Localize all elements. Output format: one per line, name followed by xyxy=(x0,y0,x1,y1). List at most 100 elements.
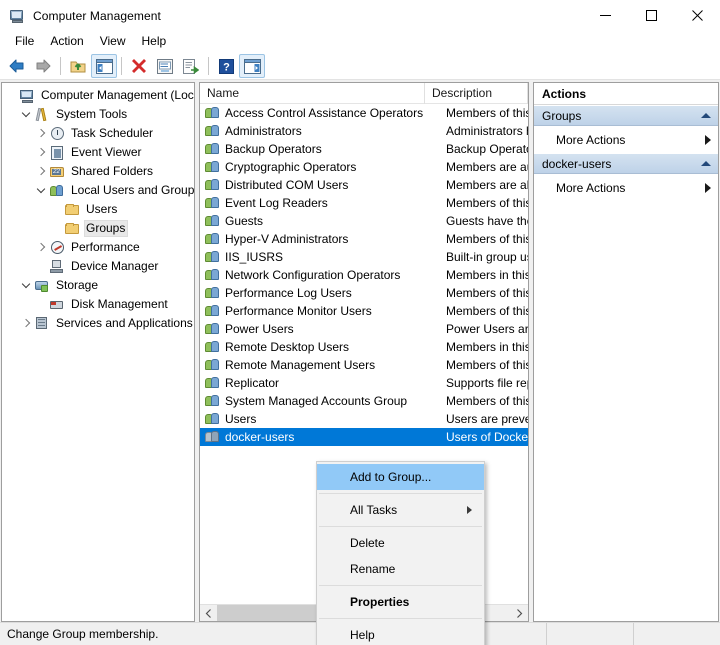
disk-management-icon xyxy=(49,297,66,313)
table-row[interactable]: Remote Management UsersMembers of this g xyxy=(200,356,528,374)
menu-file[interactable]: File xyxy=(7,32,42,52)
title-bar: Computer Management xyxy=(0,0,720,31)
context-menu-item-rename[interactable]: Rename xyxy=(317,556,484,582)
chevron-right-icon[interactable] xyxy=(34,129,49,138)
context-menu-item-properties[interactable]: Properties xyxy=(317,589,484,615)
table-row[interactable]: Remote Desktop UsersMembers in this g xyxy=(200,338,528,356)
menu-view[interactable]: View xyxy=(92,32,134,52)
chevron-down-icon[interactable] xyxy=(19,281,34,290)
help-icon[interactable]: ? xyxy=(213,54,239,78)
forward-icon[interactable] xyxy=(30,54,56,78)
group-icon xyxy=(205,105,222,121)
table-row[interactable]: Backup OperatorsBackup Operators xyxy=(200,140,528,158)
context-menu-item-help[interactable]: Help xyxy=(317,622,484,645)
group-name-cell: Network Configuration Operators xyxy=(225,268,444,282)
actions-section-label: docker-users xyxy=(542,157,611,171)
delete-icon[interactable] xyxy=(126,54,152,78)
group-description-cell: Members in this g xyxy=(444,340,528,354)
chevron-right-icon[interactable] xyxy=(34,243,49,252)
tree-item-disk-management[interactable]: Disk Management xyxy=(2,295,194,314)
context-menu-item-add-to-group[interactable]: Add to Group... xyxy=(317,464,484,490)
table-row[interactable]: Network Configuration OperatorsMembers i… xyxy=(200,266,528,284)
close-button[interactable] xyxy=(674,0,720,31)
table-row[interactable]: Distributed COM UsersMembers are allov xyxy=(200,176,528,194)
maximize-button[interactable] xyxy=(628,0,674,31)
tree-item-label: Users xyxy=(84,201,120,218)
tree-item-system-tools[interactable]: System Tools xyxy=(2,105,194,124)
chevron-right-icon[interactable] xyxy=(705,183,711,193)
table-row[interactable]: IIS_IUSRSBuilt-in group use xyxy=(200,248,528,266)
table-row[interactable]: Power UsersPower Users are in xyxy=(200,320,528,338)
group-name-cell: Users xyxy=(225,412,444,426)
actions-item-label: More Actions xyxy=(556,181,625,195)
table-row[interactable]: AdministratorsAdministrators ha xyxy=(200,122,528,140)
table-row[interactable]: System Managed Accounts GroupMembers of … xyxy=(200,392,528,410)
minimize-button[interactable] xyxy=(582,0,628,31)
chevron-right-icon[interactable] xyxy=(19,319,34,328)
status-bar-panel-2 xyxy=(634,623,720,645)
group-icon xyxy=(205,321,222,337)
chevron-right-icon[interactable] xyxy=(34,148,49,157)
menu-action[interactable]: Action xyxy=(42,32,91,52)
context-menu-item-delete[interactable]: Delete xyxy=(317,530,484,556)
actions-item-more-actions[interactable]: More Actions xyxy=(534,126,718,153)
export-list-icon[interactable] xyxy=(178,54,204,78)
tree-item-device-manager[interactable]: Device Manager xyxy=(2,257,194,276)
computer-management-window: Computer Management File Action View Hel… xyxy=(0,0,720,645)
table-row[interactable]: docker-usersUsers of Docker D xyxy=(200,428,528,446)
table-row[interactable]: Cryptographic OperatorsMembers are auth xyxy=(200,158,528,176)
group-icon xyxy=(205,303,222,319)
scroll-right-icon[interactable] xyxy=(511,605,528,622)
column-header-description[interactable]: Description xyxy=(425,83,528,104)
context-menu-item-all-tasks[interactable]: All Tasks xyxy=(317,497,484,523)
tree-item-services-and-applications[interactable]: Services and Applications xyxy=(2,314,194,333)
tree-item-shared-folders[interactable]: 22Shared Folders xyxy=(2,162,194,181)
group-description-cell: Members of this g xyxy=(444,196,528,210)
group-description-cell: Members are auth xyxy=(444,160,528,174)
table-row[interactable]: GuestsGuests have the sa xyxy=(200,212,528,230)
table-row[interactable]: Access Control Assistance OperatorsMembe… xyxy=(200,104,528,122)
group-name-cell: Remote Desktop Users xyxy=(225,340,444,354)
back-icon[interactable] xyxy=(4,54,30,78)
table-row[interactable]: Performance Log UsersMembers of this g xyxy=(200,284,528,302)
actions-item-more-actions[interactable]: More Actions xyxy=(534,174,718,201)
scroll-left-icon[interactable] xyxy=(200,605,217,622)
column-header-name[interactable]: Name xyxy=(200,83,425,104)
actions-section-header-groups[interactable]: Groups xyxy=(534,105,718,126)
group-icon-docker xyxy=(205,429,222,445)
table-row[interactable]: Hyper-V AdministratorsMembers of this g xyxy=(200,230,528,248)
table-row[interactable]: ReplicatorSupports file replic xyxy=(200,374,528,392)
group-name-cell: Backup Operators xyxy=(225,142,444,156)
collapse-up-icon[interactable] xyxy=(701,161,711,166)
chevron-right-icon[interactable] xyxy=(34,167,49,176)
group-icon xyxy=(205,141,222,157)
table-row[interactable]: Event Log ReadersMembers of this g xyxy=(200,194,528,212)
up-one-level-icon[interactable] xyxy=(65,54,91,78)
context-menu-separator xyxy=(319,526,482,527)
tree-item-event-viewer[interactable]: Event Viewer xyxy=(2,143,194,162)
tree-item-task-scheduler[interactable]: Task Scheduler xyxy=(2,124,194,143)
group-description-cell: Members of this g xyxy=(444,232,528,246)
chevron-down-icon[interactable] xyxy=(19,110,34,119)
menu-help[interactable]: Help xyxy=(134,32,175,52)
chevron-down-icon[interactable] xyxy=(34,186,49,195)
show-hide-action-pane-icon[interactable] xyxy=(239,54,265,78)
table-row[interactable]: Performance Monitor UsersMembers of this… xyxy=(200,302,528,320)
table-row[interactable]: UsersUsers are prevente xyxy=(200,410,528,428)
group-icon xyxy=(205,357,222,373)
status-bar-panel-1 xyxy=(547,623,633,645)
tree-item-performance[interactable]: Performance xyxy=(2,238,194,257)
tree-item-users[interactable]: Users xyxy=(2,200,194,219)
group-name-cell: Administrators xyxy=(225,124,444,138)
tree-item-computer-management-local[interactable]: Computer Management (Local) xyxy=(2,86,194,105)
show-hide-console-tree-icon[interactable] xyxy=(91,54,117,78)
tree-item-label: Computer Management (Local) xyxy=(39,87,194,104)
tree-item-storage[interactable]: Storage xyxy=(2,276,194,295)
chevron-right-icon[interactable] xyxy=(705,135,711,145)
tree-item-local-users-and-groups[interactable]: Local Users and Groups xyxy=(2,181,194,200)
properties-icon[interactable] xyxy=(152,54,178,78)
tree-item-label: Performance xyxy=(69,239,143,256)
collapse-up-icon[interactable] xyxy=(701,113,711,118)
tree-item-groups[interactable]: Groups xyxy=(2,219,194,238)
actions-section-header-docker-users[interactable]: docker-users xyxy=(534,153,718,174)
